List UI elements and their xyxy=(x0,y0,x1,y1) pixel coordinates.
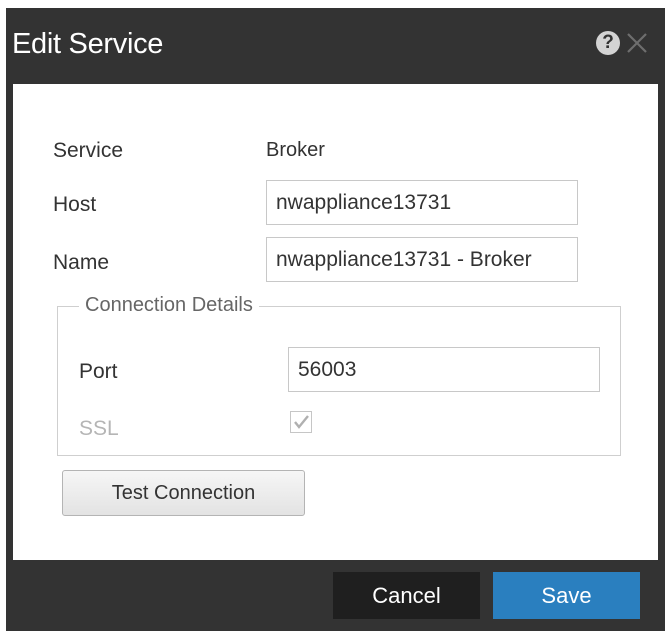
dialog-titlebar: Edit Service ? xyxy=(6,8,665,84)
port-input[interactable] xyxy=(288,347,600,392)
cancel-button[interactable]: Cancel xyxy=(333,572,480,619)
service-value: Broker xyxy=(266,139,325,161)
dialog-body: Service Broker Host Name Connection Deta… xyxy=(13,84,658,560)
service-label: Service xyxy=(53,139,124,162)
dialog-title: Edit Service xyxy=(12,28,164,60)
name-label: Name xyxy=(53,251,110,274)
port-label: Port xyxy=(79,360,118,383)
name-input[interactable] xyxy=(266,237,578,282)
host-input[interactable] xyxy=(266,180,578,225)
edit-service-dialog: Edit Service ? Service Broker Host Name … xyxy=(6,8,665,631)
test-connection-button[interactable]: Test Connection xyxy=(62,470,305,516)
checkmark-icon xyxy=(294,415,309,429)
save-button[interactable]: Save xyxy=(493,572,640,619)
connection-details-legend: Connection Details xyxy=(79,294,259,317)
host-label: Host xyxy=(53,193,97,216)
ssl-checkbox[interactable] xyxy=(290,411,312,433)
ssl-label: SSL xyxy=(79,417,119,440)
close-icon[interactable] xyxy=(625,28,649,56)
help-icon[interactable]: ? xyxy=(596,31,620,55)
close-x-glyph xyxy=(627,33,647,53)
